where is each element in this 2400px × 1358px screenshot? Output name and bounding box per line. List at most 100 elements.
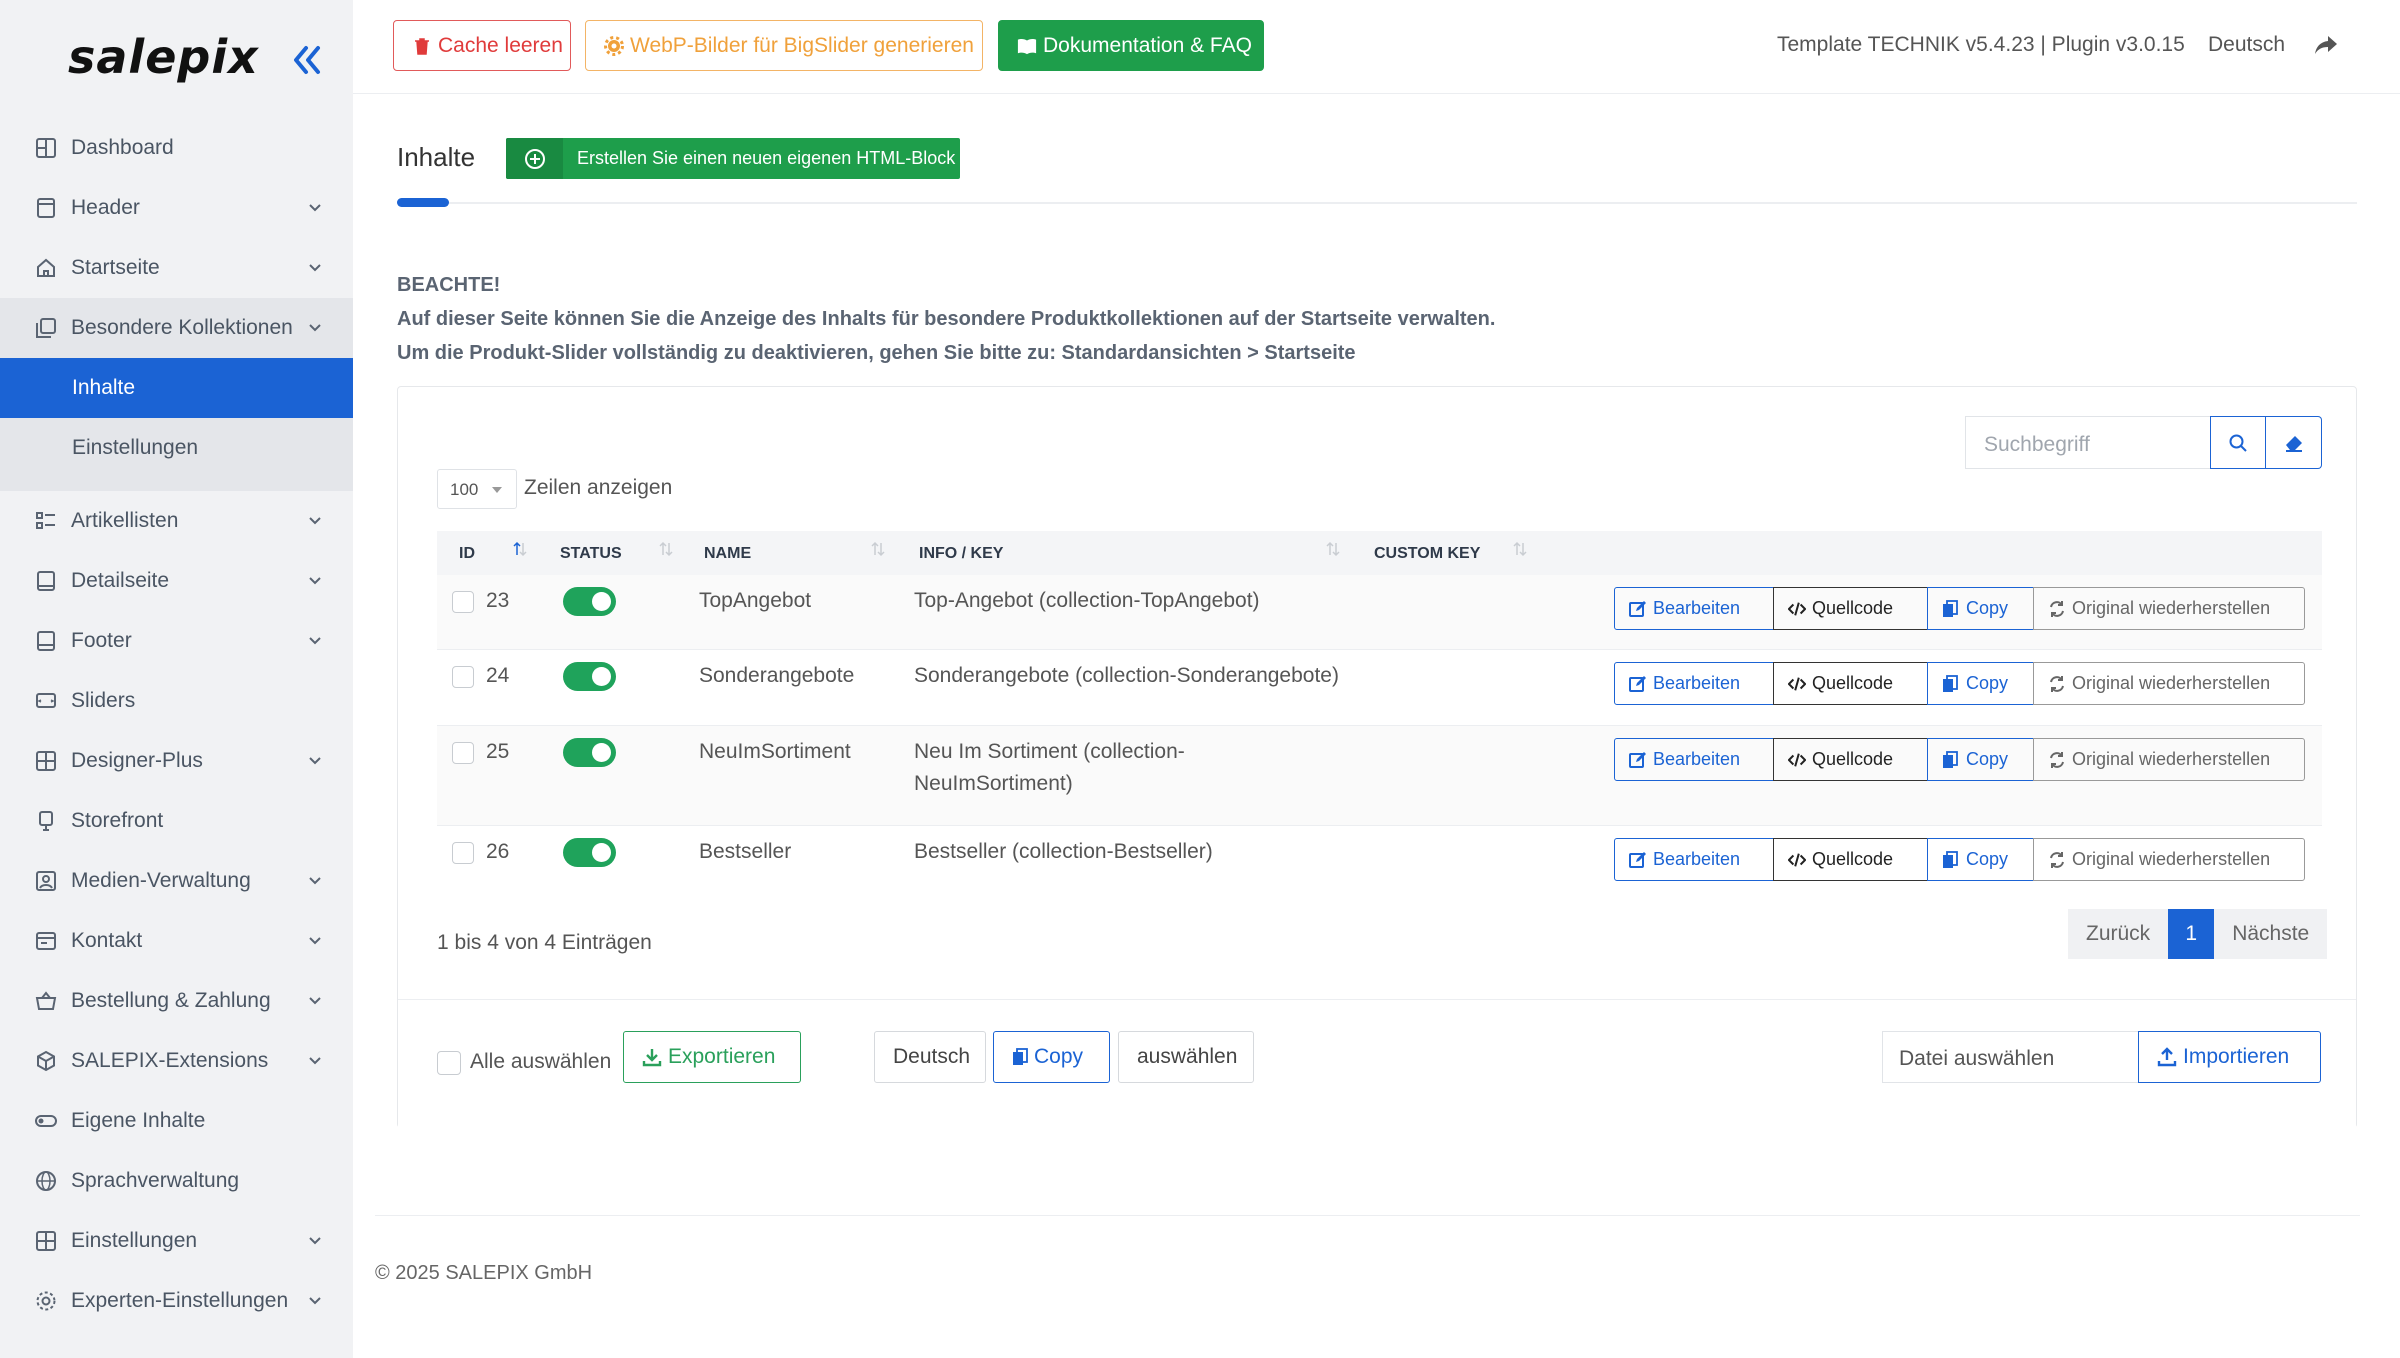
column-id[interactable]: ID (459, 541, 527, 563)
source-code-button[interactable]: Quellcode (1773, 587, 1928, 630)
language-switch[interactable]: Deutsch (2208, 33, 2285, 57)
copy-icon (1013, 1048, 1028, 1065)
column-status[interactable]: STATUS (560, 541, 673, 563)
footer-icon (34, 629, 58, 653)
edit-button[interactable]: Bearbeiten (1614, 587, 1774, 630)
chevron-down-icon (309, 1297, 321, 1305)
search-input[interactable]: Suchbegriff (1965, 416, 2210, 469)
row-checkbox[interactable] (452, 666, 474, 688)
sidebar-item-kontakt[interactable]: Kontakt (0, 911, 353, 971)
clear-search-button[interactable] (2266, 416, 2322, 469)
sidebar-item-label: Dashboard (71, 136, 174, 159)
import-button[interactable]: Importieren (2138, 1031, 2321, 1083)
status-toggle[interactable] (563, 738, 616, 767)
target-select[interactable]: auswählen (1118, 1031, 1254, 1083)
status-toggle[interactable] (563, 838, 616, 867)
restore-label: Original wiederherstellen (2072, 673, 2271, 693)
copy-label: Copy (1966, 749, 2009, 769)
sidebar-item-sliders[interactable]: Sliders (0, 671, 353, 731)
notice-line-1: Auf dieser Seite können Sie die Anzeige … (397, 308, 1496, 330)
basket-icon (34, 989, 58, 1013)
tab-indicator (397, 198, 449, 207)
top-bar: Cache leeren WebP-Bilder für BigSlider g… (353, 0, 2400, 94)
sidebar-item-label: Kontakt (71, 929, 143, 952)
export-button[interactable]: Exportieren (623, 1031, 801, 1083)
sidebar-item-label: Einstellungen (71, 1229, 198, 1252)
language-select[interactable]: Deutsch (874, 1031, 986, 1083)
sidebar-item-detailseite[interactable]: Detailseite (0, 551, 353, 611)
column-info-key[interactable]: INFO / KEY (919, 541, 1340, 563)
edit-label: Bearbeiten (1653, 673, 1741, 693)
collections-table: ID STATUS NAME INFO / KEY CUSTOM KEY 23 … (437, 531, 2322, 902)
sidebar-item-einstellungen[interactable]: Einstellungen (0, 1211, 353, 1271)
sidebar-item-medien-verwaltung[interactable]: Medien-Verwaltung (0, 851, 353, 911)
clear-cache-button[interactable]: Cache leeren (393, 20, 571, 71)
restore-original-button[interactable]: Original wiederherstellen (2033, 738, 2305, 781)
row-checkbox[interactable] (452, 842, 474, 864)
sidebar-subitem-einstellungen[interactable]: Einstellungen (0, 418, 353, 478)
pagination-page-1[interactable]: 1 (2168, 909, 2215, 959)
restore-original-button[interactable]: Original wiederherstellen (2033, 662, 2305, 705)
pagination-prev[interactable]: Zurück (2068, 909, 2169, 959)
source-code-button[interactable]: Quellcode (1773, 662, 1928, 705)
share-icon[interactable] (2313, 33, 2339, 57)
select-all-checkbox[interactable] (437, 1051, 461, 1075)
row-checkbox[interactable] (452, 591, 474, 613)
collapse-sidebar-icon[interactable] (290, 42, 324, 78)
sidebar-item-label: Detailseite (71, 569, 170, 592)
source-code-button[interactable]: Quellcode (1773, 838, 1928, 881)
source-code-label: Quellcode (1812, 673, 1894, 693)
collections-icon (34, 316, 58, 340)
sidebar-item-artikellisten[interactable]: Artikellisten (0, 491, 353, 551)
edit-label: Bearbeiten (1653, 598, 1741, 618)
page-length-select[interactable]: 100 (437, 469, 517, 509)
generate-webp-button[interactable]: WebP-Bilder für BigSlider generieren (585, 20, 983, 71)
chevron-down-icon (309, 264, 321, 272)
pagination-next[interactable]: Nächste (2214, 909, 2328, 959)
edit-button[interactable]: Bearbeiten (1614, 662, 1774, 705)
sidebar-item-header[interactable]: Header (0, 178, 353, 238)
status-toggle[interactable] (563, 587, 616, 616)
sidebar-item-footer[interactable]: Footer (0, 611, 353, 671)
copy-button[interactable]: Copy (1927, 662, 2034, 705)
copy-button[interactable]: Copy (1927, 587, 2034, 630)
sidebar-item-eigene-inhalte[interactable]: Eigene Inhalte (0, 1091, 353, 1151)
edit-button[interactable]: Bearbeiten (1614, 838, 1774, 881)
create-html-block-label: Erstellen Sie einen neuen eigenen HTML-B… (577, 148, 956, 168)
sidebar-item-besondere-kollektionen[interactable]: Besondere Kollektionen (0, 298, 353, 358)
restore-label: Original wiederherstellen (2072, 849, 2271, 869)
documentation-button[interactable]: Dokumentation & FAQ (998, 20, 1264, 71)
column-name[interactable]: NAME (704, 541, 885, 563)
sidebar-item-bestellung-zahlung[interactable]: Bestellung & Zahlung (0, 971, 353, 1031)
restore-original-button[interactable]: Original wiederherstellen (2033, 838, 2305, 881)
column-custom-key[interactable]: CUSTOM KEY (1374, 541, 1527, 563)
code-icon (1788, 851, 1806, 869)
sidebar-item-label: Bestellung & Zahlung (71, 989, 271, 1012)
edit-button[interactable]: Bearbeiten (1614, 738, 1774, 781)
export-label: Exportieren (668, 1045, 776, 1068)
sidebar-item-startseite[interactable]: Startseite (0, 238, 353, 298)
copy-label: Copy (1966, 673, 2009, 693)
copy-language-button[interactable]: Copy (993, 1031, 1110, 1083)
sidebar-item-dashboard[interactable]: Dashboard (0, 118, 353, 178)
sidebar-subitem-inhalte[interactable]: Inhalte (0, 358, 353, 418)
source-code-button[interactable]: Quellcode (1773, 738, 1928, 781)
copy-button[interactable]: Copy (1927, 738, 2034, 781)
file-input[interactable]: Datei auswählen (1882, 1031, 2139, 1083)
restore-icon (2048, 675, 2066, 693)
sidebar-item-salepix-extensions[interactable]: SALEPIX-Extensions (0, 1031, 353, 1091)
copy-language-label: Copy (1034, 1045, 1084, 1068)
restore-original-button[interactable]: Original wiederherstellen (2033, 587, 2305, 630)
sidebar-item-sprachverwaltung[interactable]: Sprachverwaltung (0, 1151, 353, 1211)
sidebar-item-storefront[interactable]: Storefront (0, 791, 353, 851)
copy-button[interactable]: Copy (1927, 838, 2034, 881)
select-all-label[interactable]: Alle auswählen (470, 1050, 611, 1074)
create-html-block-button[interactable]: Erstellen Sie einen neuen eigenen HTML-B… (506, 138, 960, 179)
copy-label: Copy (1966, 849, 2009, 869)
sidebar-item-designer-plus[interactable]: Designer-Plus (0, 731, 353, 791)
search-button[interactable] (2210, 416, 2266, 469)
row-checkbox[interactable] (452, 742, 474, 764)
status-toggle[interactable] (563, 662, 616, 691)
sidebar-item-experten-einstellungen[interactable]: Experten-Einstellungen (0, 1271, 353, 1331)
chevron-down-icon (309, 997, 321, 1005)
